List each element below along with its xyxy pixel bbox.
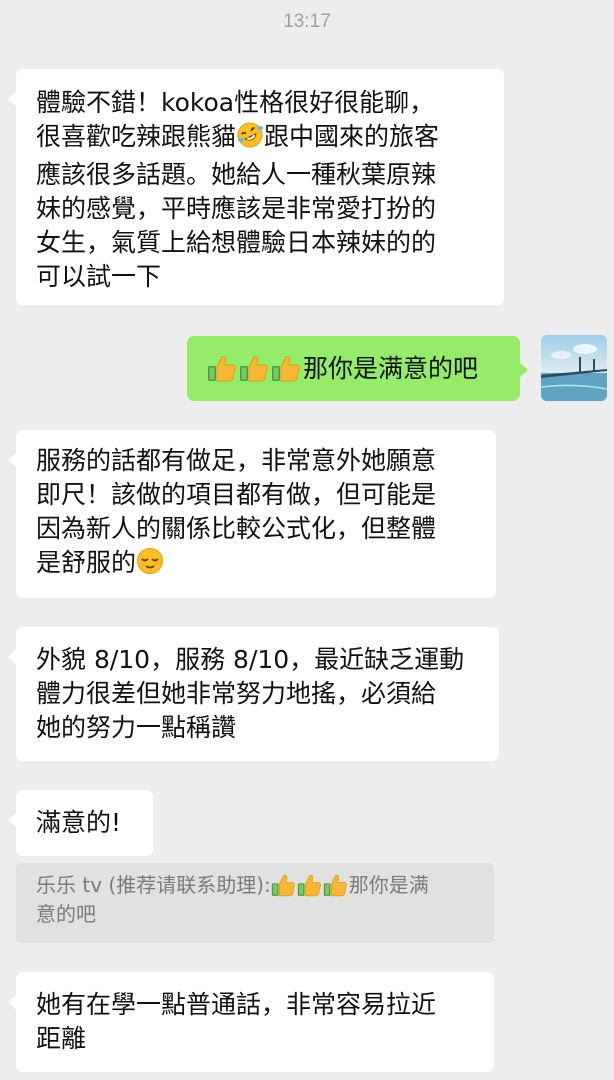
message-bubble-2-outgoing[interactable]: 那你是满意的吧	[187, 336, 528, 401]
avatar[interactable]	[541, 335, 607, 401]
quote-text-line2: 意的吧	[36, 902, 96, 926]
thumbs-up-icon	[297, 873, 322, 897]
thumbs-up-icon	[207, 354, 237, 382]
quote-text: 那你是满	[348, 873, 429, 897]
thumbs-up-icon	[323, 873, 348, 897]
message-bubble-4[interactable]: 外貌 8/10，服務 8/10，最近缺乏運動 體力很差但她非常努力地搖，必須給 …	[8, 627, 499, 761]
message-bubble-3[interactable]: 服務的話都有做足，非常意外她願意 即尺！該做的項目都有做，但可能是 因為新人的關…	[8, 430, 496, 598]
message-text: 那你是满意的吧	[303, 354, 479, 383]
quoted-message[interactable]: 乐乐 tv (推荐请联系助理): 那你是满意的吧	[16, 863, 494, 943]
timestamp: 13:17	[283, 11, 331, 32]
rofl-emoji-icon	[236, 121, 264, 158]
message-bubble-6[interactable]: 她有在學一點普通話，非常容易拉近 距離	[8, 972, 494, 1072]
message-text: 外貌 8/10，服務 8/10，最近缺乏運動 體力很差但她非常努力地搖，必須給 …	[36, 645, 465, 742]
seaside-pier-avatar-image	[541, 335, 607, 401]
thumbs-up-icon	[271, 354, 301, 382]
relieved-face-emoji-icon	[136, 547, 164, 584]
thumbs-up-icon	[239, 354, 269, 382]
quote-sender: 乐乐 tv (推荐请联系助理):	[36, 873, 271, 897]
message-text: 滿意的!	[36, 808, 122, 837]
message-text: 服務的話都有做足，非常意外她願意 即尺！該做的項目都有做，但可能是 因為新人的關…	[36, 446, 437, 577]
thumbs-up-icon	[271, 873, 296, 897]
message-text: 她有在學一點普通話，非常容易拉近 距離	[36, 990, 437, 1053]
message-bubble-5[interactable]: 滿意的!	[8, 790, 153, 856]
message-bubble-1[interactable]: 體驗不錯！kokoa性格很好很能聊， 很喜歡吃辣跟熊貓 跟中國來的旅客 應該很多話…	[8, 69, 504, 305]
